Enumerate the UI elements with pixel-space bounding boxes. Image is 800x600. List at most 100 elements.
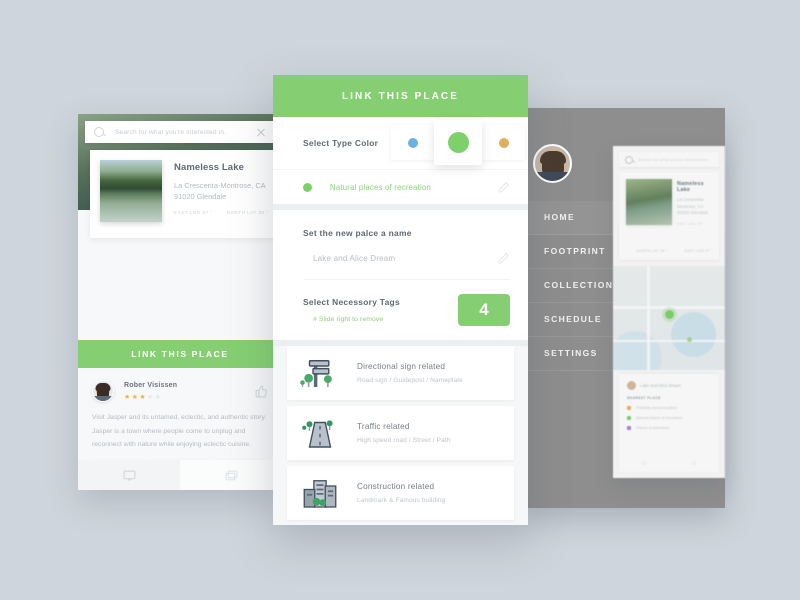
type-color-label: Select Type Color (303, 138, 379, 148)
color-swatch-blue[interactable] (391, 125, 434, 160)
list-item[interactable]: Traffic related High speed road / Street… (287, 406, 514, 460)
close-icon[interactable] (256, 127, 266, 137)
edit-pencil-icon[interactable] (497, 181, 510, 194)
legend-swatch-amber (627, 406, 631, 410)
background-place-coord-east2: EAST LNG 97 ° (684, 249, 713, 253)
selected-type-dot (303, 182, 312, 192)
legend-label-natural-places: Natural places of recreation (636, 416, 683, 420)
map-road-horizontal-2 (613, 340, 725, 342)
background-search-bar[interactable]: Search for what you're interested in. (619, 152, 719, 167)
search-icon (94, 127, 104, 137)
list-item-subtitle: Road sign / Guidepost / Nameplate (357, 377, 463, 384)
signpost-icon (300, 360, 332, 387)
legend-swatch-green (627, 416, 631, 420)
list-item[interactable]: Construction related Landmark & Famous b… (287, 466, 514, 520)
list-item-subtitle: High speed road / Street / Path (357, 437, 451, 444)
map-road-horizontal (613, 306, 725, 309)
legend-item-natural-places: Natural places of recreation (627, 416, 711, 420)
list-item-text: Traffic related High speed road / Street… (357, 422, 451, 444)
selected-type-row: Natural places of recreation (273, 169, 528, 204)
coord-east: EAST LNG 97 ° (174, 209, 213, 215)
legend-swatch-purple (627, 426, 631, 430)
link-this-place-button[interactable]: LINK THIS PLACE (78, 340, 282, 368)
background-place-coord-north: NORTH LAT 36 ° (637, 249, 668, 253)
list-item[interactable]: Directional sign related Road sign / Gui… (287, 346, 514, 400)
background-legend-heading: NEAREST PLACE (627, 396, 661, 400)
avatar-hair (95, 383, 111, 392)
search-input[interactable] (113, 127, 256, 137)
place-thumbnail (100, 160, 162, 222)
legend-label-privately-owned: Privately owned location (636, 406, 677, 410)
tags-row: Select Necessory Tags # Slide right to r… (303, 280, 510, 326)
background-place-title: Nameless Lake (677, 181, 704, 193)
list-item-title: Traffic related (357, 422, 410, 431)
background-review-row: Lake and Alice Dream (627, 381, 711, 390)
background-map-card: Search for what you're interested in. Na… (613, 146, 725, 478)
selected-type-label: Natural places of recreation (330, 182, 431, 192)
list-item-text: Directional sign related Road sign / Gui… (357, 362, 463, 384)
tab-photos[interactable] (180, 460, 282, 490)
rating-stars-empty: ★★ (147, 393, 163, 401)
tags-left: Select Necessory Tags # Slide right to r… (303, 297, 458, 323)
background-review-name: Lake and Alice Dream (640, 383, 681, 388)
name-field-row[interactable]: Lake and Alice Dream (303, 252, 510, 280)
tags-count-badge[interactable]: 4 (458, 294, 510, 326)
background-map-area[interactable] (613, 266, 725, 370)
coord-north: NORTH LAT 36 ° (226, 209, 269, 215)
avatar-hair (539, 150, 566, 164)
page-title: Nameless Lake (174, 162, 244, 173)
search-bar[interactable] (85, 121, 275, 143)
color-swatch-green[interactable] (434, 120, 482, 165)
color-dot-amber (498, 137, 509, 148)
avatar-collar (535, 172, 570, 181)
legend-item-adventure: Places of adventure (627, 426, 711, 430)
background-place-thumbnail (626, 179, 672, 225)
place-text-block: Nameless Lake La Crescenta-Montrose, CA … (174, 160, 272, 228)
background-place-address: La Crescenta-Montrose, CA 91020 Glendale (677, 197, 709, 216)
type-color-section: Select Type Color Natural places of recr… (273, 117, 528, 204)
map-pin-selected[interactable] (664, 309, 674, 319)
list-item-subtitle: Landmark & Famous building (357, 497, 446, 504)
review-header: Rober Visissen ★★★★★ (92, 380, 268, 402)
tags-label: Select Necessory Tags (303, 297, 400, 307)
bulb-icon[interactable]: ☺ (640, 460, 647, 467)
list-item-text: Construction related Landmark & Famous b… (357, 482, 445, 504)
tags-hint: # Slide right to remove (313, 316, 384, 323)
building-icon (303, 480, 337, 508)
avatar[interactable] (533, 144, 572, 183)
place-address: La Crescenta-Montrose, CA 91020 Glendale (174, 181, 266, 202)
rating-stars: ★★★★★ (124, 393, 163, 401)
color-dot-blue (407, 137, 418, 148)
type-color-swatches (391, 120, 525, 165)
color-swatch-amber[interactable] (482, 125, 525, 160)
place-coordinates: EAST LNG 97 ° NORTH LAT 36 ° (174, 210, 272, 215)
pin-icon[interactable]: ☺ (690, 460, 697, 467)
background-place-coord-east: EAST LNG 97 ° (677, 221, 705, 226)
legend-item-privately-owned: Privately owned location (627, 406, 711, 410)
tab-comments[interactable] (78, 460, 180, 490)
review-author-name: Rober Visissen (124, 381, 178, 389)
review-text: Visit Jasper and its untamed, eclectic, … (92, 414, 267, 449)
name-field-label: Set the new palce a name (303, 228, 412, 238)
type-color-row: Select Type Color (273, 117, 528, 169)
bottom-tab-bar (78, 460, 282, 490)
edit-pencil-icon[interactable] (497, 252, 510, 265)
avatar[interactable] (92, 380, 114, 402)
legend-label-adventure: Places of adventure (636, 426, 670, 430)
search-icon (625, 155, 633, 164)
name-field-value[interactable]: Lake and Alice Dream (303, 254, 497, 263)
background-legend-card: Lake and Alice Dream NEAREST PLACE Priva… (619, 374, 719, 472)
map-pin-secondary[interactable] (686, 336, 692, 342)
background-place-detail: Nameless Lake La Crescenta-Montrose, CA … (619, 172, 719, 260)
place-summary: Nameless Lake La Crescenta-Montrose, CA … (90, 150, 282, 238)
link-place-dialog: LINK THIS PLACE Select Type Color Natura… (273, 75, 528, 525)
thumbs-up-icon[interactable] (255, 385, 268, 398)
list-item-title: Directional sign related (357, 362, 446, 371)
background-search-placeholder: Search for what you're interested in. (638, 157, 710, 162)
comment-icon (123, 470, 135, 481)
dialog-header[interactable]: LINK THIS PLACE (273, 75, 528, 117)
color-dot-green (447, 132, 469, 153)
place-detail-card: Nameless Lake La Crescenta-Montrose, CA … (78, 114, 282, 490)
app-canvas: HOME FOOTPRINT COLLECTION SCHEDULE SETTI… (0, 0, 800, 600)
map-road-vertical (646, 266, 650, 370)
